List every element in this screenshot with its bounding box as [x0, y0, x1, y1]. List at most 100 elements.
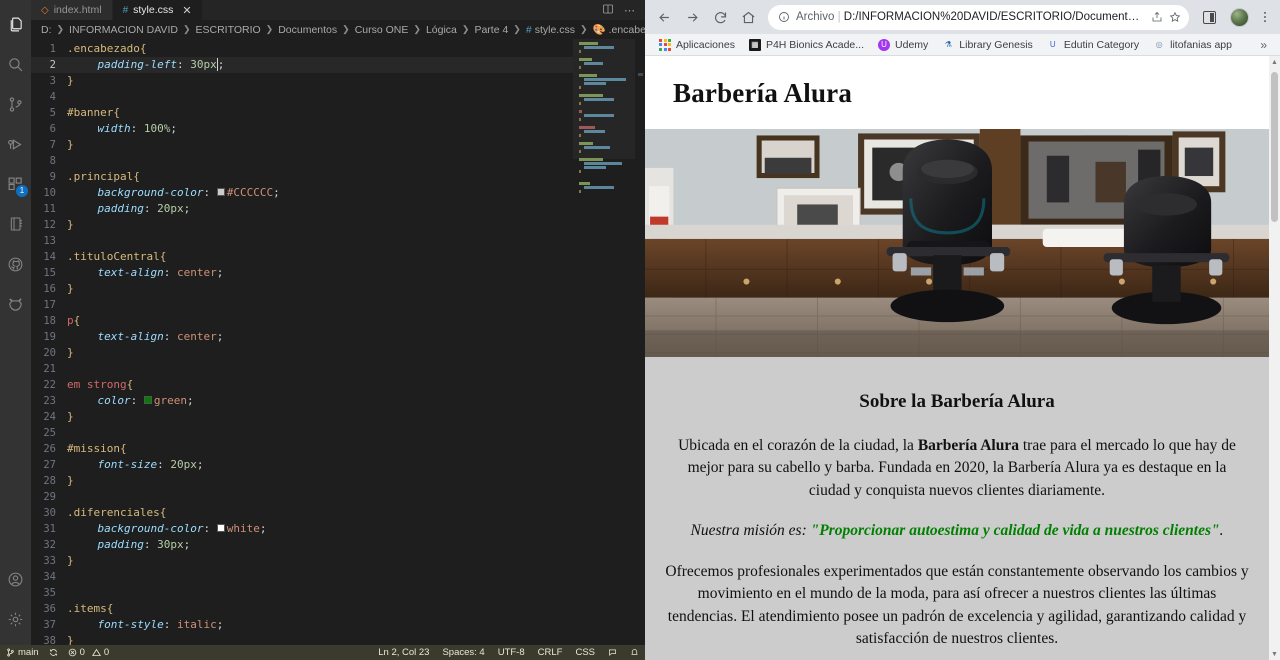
code-line[interactable]: 17 — [31, 297, 573, 313]
breadcrumb-item-8[interactable]: .encabezado — [609, 24, 645, 36]
explorer-icon[interactable] — [0, 4, 31, 44]
star-icon[interactable] — [1169, 11, 1181, 23]
forward-arrow-icon[interactable] — [679, 4, 705, 30]
source-control-icon[interactable] — [0, 84, 31, 124]
scroll-up-arrow-icon[interactable]: ▲ — [1269, 56, 1280, 68]
eol-setting[interactable]: CRLF — [538, 647, 563, 658]
github-icon[interactable] — [0, 244, 31, 284]
breadcrumb-item-1[interactable]: INFORMACION DAVID — [69, 24, 178, 36]
code-line[interactable]: 31 background-color: white; — [31, 521, 573, 537]
omnibox[interactable]: Archivo | D:/INFORMACION%20DAVID/ESCRITO… — [768, 4, 1189, 30]
code-line[interactable]: 11 padding: 20px; — [31, 201, 573, 217]
minimap[interactable] — [573, 39, 635, 645]
search-icon[interactable] — [0, 44, 31, 84]
code-line[interactable]: 34 — [31, 569, 573, 585]
tab-index-html[interactable]: ◇ index.html — [31, 0, 113, 20]
code-line[interactable]: 35 — [31, 585, 573, 601]
color-swatch[interactable] — [216, 188, 225, 196]
breadcrumb-item-3[interactable]: Documentos — [278, 24, 337, 36]
cursor-position[interactable]: Ln 2, Col 23 — [378, 647, 429, 658]
editor-scrollbar[interactable] — [635, 39, 645, 645]
problems-indicator[interactable]: 0 0 — [68, 647, 109, 658]
breadcrumb-item-0[interactable]: D: — [41, 24, 52, 36]
code-line[interactable]: 29 — [31, 489, 573, 505]
settings-gear-icon[interactable] — [0, 599, 31, 639]
breadcrumb-item-2[interactable]: ESCRITORIO — [196, 24, 261, 36]
code-line[interactable]: 32 padding: 30px; — [31, 537, 573, 553]
scrollbar-thumb[interactable] — [1271, 72, 1278, 222]
indentation-setting[interactable]: Spaces: 4 — [442, 647, 484, 658]
color-swatch[interactable] — [143, 396, 152, 404]
code-line[interactable]: 21 — [31, 361, 573, 377]
code-line[interactable]: 37 font-style: italic; — [31, 617, 573, 633]
code-line[interactable]: 18 p{ — [31, 313, 573, 329]
three-dot-menu-icon[interactable] — [1256, 4, 1274, 30]
code-line[interactable]: 20} — [31, 345, 573, 361]
bookmarks-overflow-icon[interactable]: » — [1254, 38, 1273, 52]
code-line[interactable]: 10 background-color: #CCCCCC; — [31, 185, 573, 201]
split-editor-icon[interactable] — [602, 3, 614, 18]
language-mode[interactable]: CSS — [575, 647, 595, 658]
color-swatch[interactable] — [216, 524, 225, 532]
breadcrumb-item-6[interactable]: Parte 4 — [474, 24, 508, 36]
close-icon[interactable]: ✕ — [182, 4, 191, 17]
breadcrumb-item-5[interactable]: Lógica — [426, 24, 457, 36]
feedback-icon[interactable] — [608, 648, 617, 657]
code-line[interactable]: 22 em strong{ — [31, 377, 573, 393]
scroll-down-arrow-icon[interactable]: ▼ — [1269, 648, 1280, 660]
code-lines-container[interactable]: 1 .encabezado{2 padding-left: 30px; 3} 4 5 #b… — [31, 39, 573, 645]
accounts-icon[interactable] — [0, 559, 31, 599]
code-line[interactable]: 8 — [31, 153, 573, 169]
code-line[interactable]: 30 .diferenciales{ — [31, 505, 573, 521]
code-line[interactable]: 2 padding-left: 30px; — [31, 57, 573, 73]
encoding-setting[interactable]: UTF-8 — [498, 647, 525, 658]
bookmark-item-litofanias-app[interactable]: ◎ litofanias app — [1146, 39, 1239, 51]
code-line[interactable]: 23 color: green; — [31, 393, 573, 409]
code-line[interactable]: 19 text-align: center; — [31, 329, 573, 345]
bookmark-item-edutin-category[interactable]: U Edutin Category — [1040, 39, 1146, 51]
code-line[interactable]: 25 — [31, 425, 573, 441]
code-line[interactable]: 5 #banner{ — [31, 105, 573, 121]
extensions-icon[interactable]: 1 — [0, 164, 31, 204]
code-line[interactable]: 33} — [31, 553, 573, 569]
more-actions-icon[interactable]: ⋯ — [624, 4, 635, 17]
code-line[interactable]: 7} — [31, 137, 573, 153]
gitlens-icon[interactable] — [0, 284, 31, 324]
reload-icon[interactable] — [707, 4, 733, 30]
back-arrow-icon[interactable] — [651, 4, 677, 30]
code-editor[interactable]: 1 .encabezado{2 padding-left: 30px; 3} 4 5 #b… — [31, 39, 645, 645]
profile-avatar[interactable] — [1226, 4, 1252, 30]
code-line[interactable]: 28} — [31, 473, 573, 489]
tab-style-css[interactable]: # style.css ✕ — [112, 0, 203, 20]
code-line[interactable]: 4 — [31, 89, 573, 105]
code-line[interactable]: 26 #mission{ — [31, 441, 573, 457]
code-line[interactable]: 15 text-align: center; — [31, 265, 573, 281]
home-icon[interactable] — [735, 4, 761, 30]
breadcrumb-item-7[interactable]: style.css — [535, 24, 575, 36]
info-circle-icon[interactable] — [778, 11, 790, 23]
notebook-icon[interactable] — [0, 204, 31, 244]
code-line[interactable]: 27 font-size: 20px; — [31, 457, 573, 473]
bookmark-item-aplicaciones[interactable]: Aplicaciones — [652, 38, 742, 51]
bookmark-item-udemy[interactable]: U Udemy — [871, 38, 935, 51]
bookmark-item-library-genesis[interactable]: ⚗ Library Genesis — [935, 39, 1040, 51]
code-line[interactable]: 6 width: 100%; — [31, 121, 573, 137]
code-line[interactable]: 16} — [31, 281, 573, 297]
notifications-bell-icon[interactable] — [630, 648, 639, 657]
omnibox-text[interactable]: Archivo | D:/INFORMACION%20DAVID/ESCRITO… — [796, 11, 1141, 23]
code-line[interactable]: 1 .encabezado{ — [31, 41, 573, 57]
breadcrumb-item-4[interactable]: Curso ONE — [355, 24, 409, 36]
sync-icon[interactable] — [49, 648, 58, 657]
code-line[interactable]: 9 .principal{ — [31, 169, 573, 185]
code-line[interactable]: 13 — [31, 233, 573, 249]
extensions-icon[interactable] — [1196, 4, 1222, 30]
bookmark-item-p4h-bionics-acade[interactable]: ▦ P4H Bionics Acade... — [742, 38, 871, 51]
branch-indicator[interactable]: main — [6, 647, 39, 658]
code-line[interactable]: 14 .tituloCentral{ — [31, 249, 573, 265]
code-line[interactable]: 24} — [31, 409, 573, 425]
code-line[interactable]: 38} — [31, 633, 573, 645]
code-line[interactable]: 36 .items{ — [31, 601, 573, 617]
code-line[interactable]: 3} — [31, 73, 573, 89]
code-line[interactable]: 12} — [31, 217, 573, 233]
run-and-debug-icon[interactable] — [0, 124, 31, 164]
